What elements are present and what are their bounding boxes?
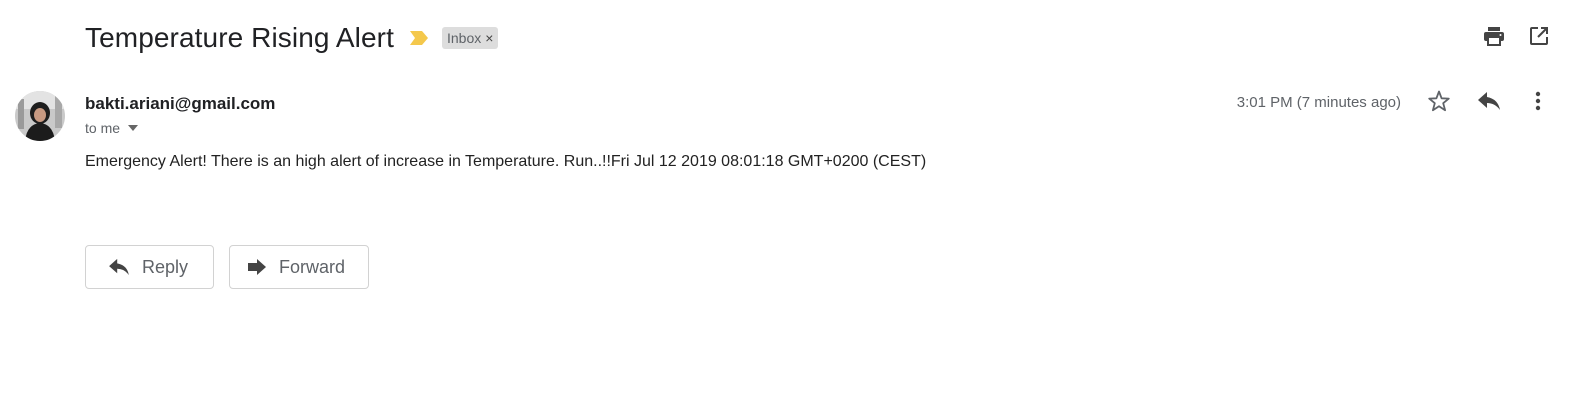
star-icon bbox=[1427, 89, 1451, 118]
star-button[interactable] bbox=[1426, 90, 1452, 116]
email-subject: Temperature Rising Alert bbox=[85, 22, 394, 53]
inbox-label-chip: Inbox × bbox=[441, 27, 499, 49]
more-options-button[interactable] bbox=[1525, 90, 1551, 116]
remove-label-icon[interactable]: × bbox=[485, 31, 493, 45]
sender-avatar[interactable] bbox=[15, 91, 65, 141]
sender-email[interactable]: bakti.ariani@gmail.com bbox=[85, 94, 275, 114]
reply-button-label: Reply bbox=[142, 256, 189, 277]
subject-row: Temperature Rising Alert Inbox × bbox=[85, 20, 499, 56]
open-in-new-window-button[interactable] bbox=[1527, 26, 1551, 50]
more-vertical-icon bbox=[1535, 91, 1541, 116]
email-body: Emergency Alert! There is an high alert … bbox=[85, 153, 927, 170]
caret-down-icon bbox=[128, 125, 139, 131]
open-in-new-window-icon bbox=[1529, 26, 1549, 51]
reply-button[interactable]: Reply bbox=[85, 245, 214, 289]
print-icon bbox=[1483, 26, 1505, 51]
recipient-text: to me bbox=[85, 120, 121, 136]
recipient-details-toggle[interactable]: to me bbox=[85, 119, 139, 137]
reply-icon-button[interactable] bbox=[1476, 90, 1502, 116]
print-button[interactable] bbox=[1482, 26, 1506, 50]
forward-button[interactable]: Forward bbox=[229, 245, 369, 289]
importance-marker-icon[interactable] bbox=[408, 29, 430, 47]
forward-icon bbox=[247, 258, 267, 276]
reply-icon bbox=[1477, 91, 1501, 116]
forward-button-label: Forward bbox=[279, 256, 346, 277]
email-timestamp: 3:01 PM (7 minutes ago) bbox=[1236, 94, 1401, 111]
label-chip-text: Inbox bbox=[446, 30, 482, 46]
reply-icon bbox=[108, 258, 130, 276]
